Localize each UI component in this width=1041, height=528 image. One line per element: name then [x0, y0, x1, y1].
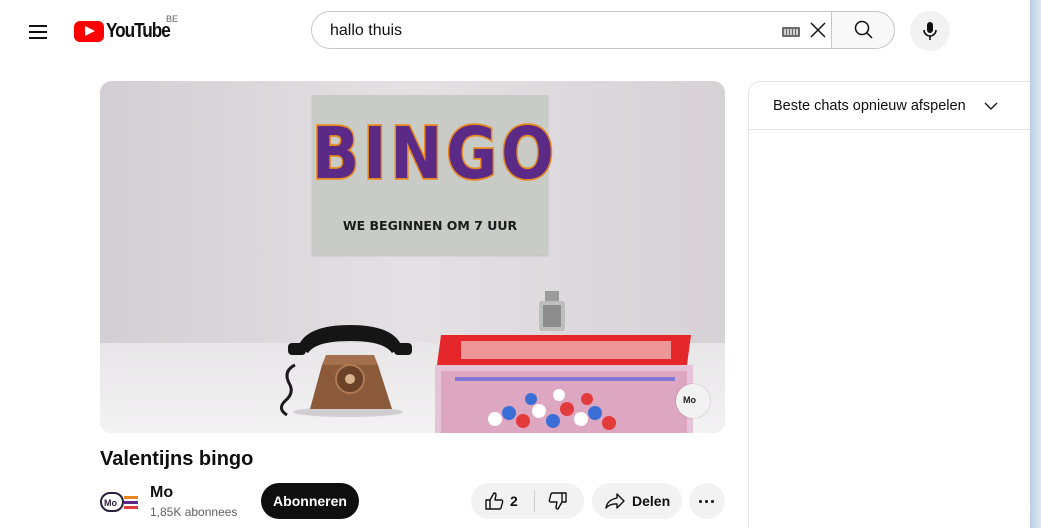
bingo-machine-image [435, 291, 693, 433]
chevron-down-icon [984, 102, 998, 110]
channel-watermark[interactable]: Mo [676, 384, 710, 418]
like-button[interactable]: 2 [471, 483, 533, 519]
channel-avatar[interactable]: Mo [100, 485, 140, 525]
voice-search-button[interactable] [910, 11, 950, 51]
clear-icon[interactable] [808, 20, 828, 40]
youtube-play-icon [74, 20, 104, 42]
watermark-text: Mo [683, 395, 696, 405]
poster-subtitle: WE BEGINNEN OM 7 UUR [342, 218, 518, 233]
chat-mode-selector[interactable]: Beste chats opnieuw afspelen [749, 82, 1030, 130]
youtube-window: YouTube BE hallo thuis BINGO WE BEGINNEN… [0, 0, 1030, 528]
search-button[interactable] [831, 11, 895, 49]
dislike-button[interactable] [535, 483, 584, 519]
like-icon [485, 492, 504, 510]
youtube-logo[interactable]: YouTube BE [74, 14, 180, 45]
share-icon [605, 493, 625, 509]
like-count: 2 [510, 493, 518, 509]
search-box[interactable]: hallo thuis [311, 11, 831, 49]
dislike-icon [548, 492, 567, 510]
country-code: BE [166, 14, 179, 24]
video-player[interactable]: BINGO WE BEGINNEN OM 7 UUR Mo [100, 81, 725, 433]
video-title: Valentijns bingo [100, 448, 254, 470]
more-icon [699, 500, 702, 503]
subscriber-count: 1,85K abonnees [150, 505, 238, 519]
bingo-poster: BINGO WE BEGINNEN OM 7 UUR [311, 95, 558, 255]
logo-text: YouTube [106, 19, 171, 42]
channel-name[interactable]: Mo [150, 484, 173, 502]
poster-title: BINGO [311, 110, 558, 197]
mic-icon [923, 22, 937, 40]
search-icon [854, 20, 873, 39]
avatar-text: Mo [104, 498, 117, 508]
live-chat-replay-panel: Beste chats opnieuw afspelen [748, 81, 1030, 528]
search-input[interactable]: hallo thuis [330, 22, 402, 40]
keyboard-icon[interactable] [782, 27, 800, 37]
more-actions-button[interactable] [689, 483, 725, 519]
share-button[interactable]: Delen [592, 483, 682, 519]
window-edge [1030, 0, 1041, 528]
chat-mode-label: Beste chats opnieuw afspelen [773, 98, 966, 114]
share-label: Delen [632, 493, 671, 509]
like-dislike-group: 2 [471, 483, 584, 519]
subscribe-button[interactable]: Abonneren [261, 483, 359, 519]
masthead: YouTube BE hallo thuis [0, 0, 1030, 62]
menu-icon [29, 25, 47, 27]
rotary-phone-image [280, 325, 412, 417]
menu-button[interactable] [26, 20, 50, 44]
